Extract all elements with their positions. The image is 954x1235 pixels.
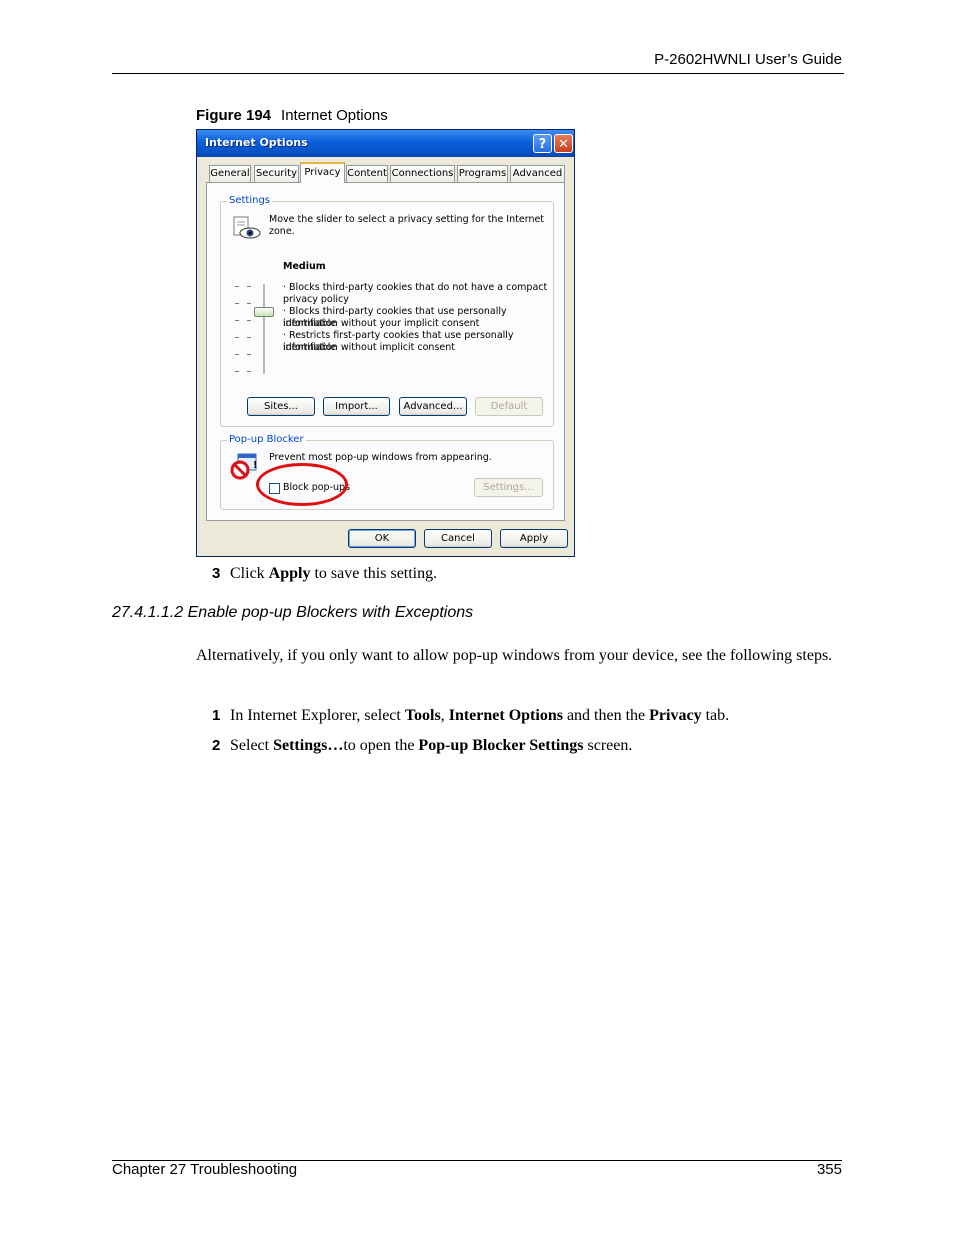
cancel-button[interactable]: Cancel	[424, 529, 492, 548]
highlight-ring	[256, 463, 348, 506]
internet-options-dialog: Internet Options ? ✕ General Security Pr…	[196, 129, 575, 557]
header-rule	[112, 73, 844, 74]
cookie-eye-icon	[233, 216, 261, 239]
help-button[interactable]: ?	[533, 134, 552, 153]
privacy-slider-track[interactable]	[263, 284, 266, 374]
privacy-desc-line: information without your implicit consen…	[283, 318, 480, 329]
figure-number: Figure 194	[196, 107, 272, 124]
title-bar: Internet Options ? ✕	[197, 130, 574, 157]
step-2: 2 Select Settings…to open the Pop-up Bloc…	[212, 737, 633, 754]
privacy-panel: Settings Move the slider to select a pri…	[206, 182, 565, 521]
settings-group: Settings Move the slider to select a pri…	[220, 195, 554, 427]
step-3: 3 Click Apply to save this setting.	[212, 565, 438, 582]
tab-security[interactable]: Security	[254, 165, 299, 182]
popup-settings-button[interactable]: Settings...	[474, 478, 543, 497]
close-button[interactable]: ✕	[554, 134, 573, 153]
dialog-title: Internet Options	[205, 136, 308, 149]
apply-button[interactable]: Apply	[500, 529, 568, 548]
tab-privacy[interactable]: Privacy	[300, 162, 345, 183]
popup-blocked-icon: !	[230, 453, 258, 480]
privacy-slider-thumb[interactable]	[254, 307, 274, 317]
figure-caption: Figure 194 Internet Options	[196, 107, 388, 124]
settings-group-label: Settings	[227, 195, 273, 206]
privacy-desc-line: privacy policy	[283, 294, 349, 305]
sites-button[interactable]: Sites...	[247, 397, 315, 416]
default-button[interactable]: Default	[475, 397, 543, 416]
tab-connections[interactable]: Connections	[390, 165, 455, 182]
settings-intro-line1: Move the slider to select a privacy sett…	[269, 214, 545, 225]
tab-content[interactable]: Content	[346, 165, 388, 182]
ok-button[interactable]: OK	[348, 529, 416, 548]
section-subheading: 27.4.1.1.2 Enable pop-up Blockers with E…	[112, 604, 474, 621]
advanced-button[interactable]: Advanced...	[399, 397, 467, 416]
privacy-level-title: Medium	[283, 261, 326, 272]
settings-intro-line2: zone.	[269, 226, 295, 237]
privacy-desc-line: information without implicit consent	[283, 342, 455, 353]
privacy-desc-line: · Blocks third-party cookies that do not…	[283, 282, 548, 293]
step-1: 1 In Internet Explorer, select Tools, Int…	[212, 707, 730, 724]
guide-title: P-2602HWNLI User’s Guide	[654, 51, 842, 68]
svg-text:!: !	[253, 460, 258, 471]
tab-programs[interactable]: Programs	[457, 165, 508, 182]
tab-general[interactable]: General	[209, 165, 251, 182]
import-button[interactable]: Import...	[323, 397, 390, 416]
footer-chapter: Chapter 27 Troubleshooting	[112, 1161, 298, 1178]
popup-blocker-group-label: Pop-up Blocker	[227, 434, 306, 445]
tab-advanced[interactable]: Advanced	[510, 165, 565, 182]
page-number: 355	[816, 1161, 842, 1178]
body-paragraph: Alternatively, if you only want to allow…	[196, 647, 833, 664]
figure-title: Internet Options	[281, 107, 388, 124]
